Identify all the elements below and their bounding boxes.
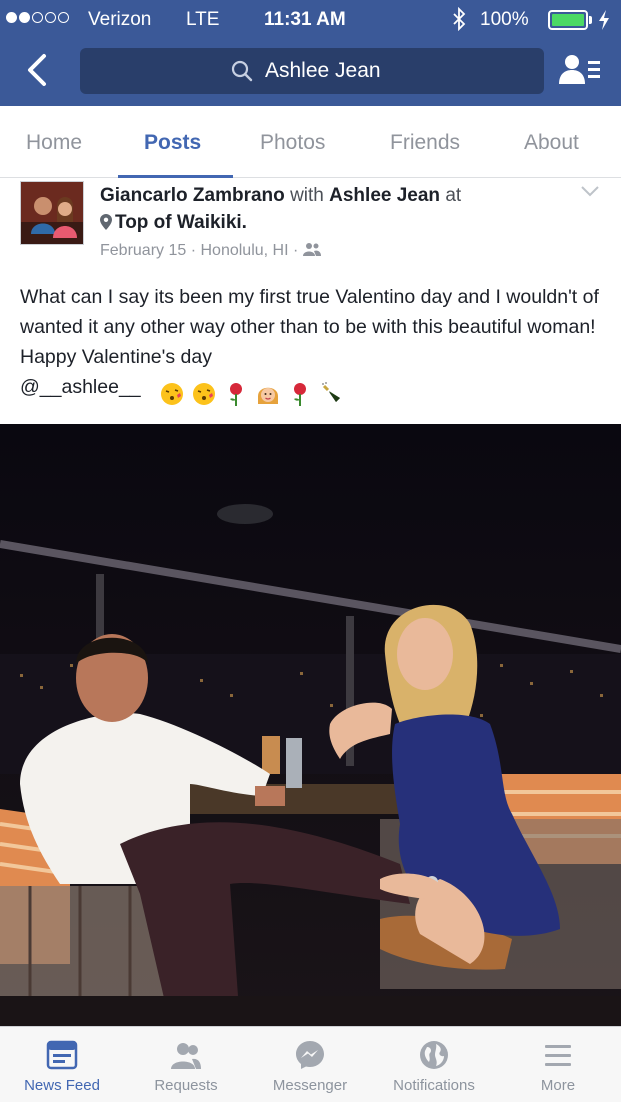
emoji-row <box>160 378 352 408</box>
tab-friends[interactable]: Friends <box>390 131 460 155</box>
tab-label: Notifications <box>393 1077 475 1094</box>
rooftop-couple-photo <box>0 424 621 1026</box>
tab-label: Messenger <box>272 1077 348 1094</box>
tab-requests[interactable]: Requests <box>124 1027 248 1102</box>
profile-tabs: Home Posts Photos Friends About <box>0 106 621 178</box>
tab-about[interactable]: About <box>524 131 579 155</box>
meta-separator: · <box>190 242 197 259</box>
search-input[interactable]: Ashlee Jean <box>80 48 544 94</box>
location-pin-icon <box>100 214 112 230</box>
at-text: at <box>445 185 462 206</box>
place-name[interactable]: Top of Waikiki. <box>115 212 247 233</box>
post-date[interactable]: February 15 <box>100 242 186 259</box>
tab-posts[interactable]: Posts <box>144 131 201 155</box>
tab-more[interactable]: More <box>496 1027 620 1102</box>
meta-separator: · <box>293 242 299 259</box>
tagged-person[interactable]: Ashlee Jean <box>329 185 440 206</box>
battery-tip <box>589 16 592 24</box>
tab-label: More <box>540 1077 576 1094</box>
tab-label: Requests <box>154 1077 218 1094</box>
search-query: Ashlee Jean <box>265 59 381 82</box>
post-header: Giancarlo Zambrano with Ashlee Jean at T… <box>100 182 560 236</box>
post-options-chevron-icon[interactable] <box>580 184 600 198</box>
tab-news-feed[interactable]: News Feed <box>0 1027 124 1102</box>
battery-level <box>552 14 584 26</box>
network-type: LTE <box>186 9 220 30</box>
charging-icon <box>599 10 609 30</box>
status-time: 11:31 AM <box>264 9 346 30</box>
news-feed-icon <box>46 1040 78 1070</box>
friend-requests-icon[interactable] <box>558 52 602 88</box>
friends-audience-icon <box>302 243 321 256</box>
post-card: Giancarlo Zambrano with Ashlee Jean at T… <box>0 178 621 424</box>
menu-icon <box>545 1045 571 1066</box>
search-icon <box>231 60 253 82</box>
signal-strength-icon <box>6 12 69 23</box>
rose-icon <box>230 382 243 406</box>
champagne-icon <box>322 381 341 402</box>
battery-icon <box>548 10 588 30</box>
requests-icon <box>171 1043 201 1069</box>
notifications-globe-icon <box>420 1041 448 1069</box>
author-name[interactable]: Giancarlo Zambrano <box>100 185 285 206</box>
woman-face-icon <box>258 387 279 404</box>
back-button[interactable] <box>22 52 52 88</box>
tab-home[interactable]: Home <box>26 131 82 155</box>
status-bar: Verizon LTE 11:31 AM 100% <box>0 0 621 40</box>
with-text: with <box>290 185 324 206</box>
messenger-icon <box>296 1041 324 1069</box>
post-message: What can I say its been my first true Va… <box>20 286 599 368</box>
tab-notifications[interactable]: Notifications <box>372 1027 496 1102</box>
bottom-tab-bar: News Feed Requests Messenger Notificatio… <box>0 1026 621 1102</box>
tab-label: News Feed <box>24 1077 100 1094</box>
post-body: What can I say its been my first true Va… <box>20 282 605 408</box>
author-avatar[interactable] <box>20 181 84 245</box>
rose-icon <box>294 382 307 406</box>
tab-messenger[interactable]: Messenger <box>248 1027 372 1102</box>
post-meta: February 15 · Honolulu, HI · <box>100 242 321 260</box>
bluetooth-icon <box>453 7 466 31</box>
tab-photos[interactable]: Photos <box>260 131 325 155</box>
kissing-face-icon <box>161 382 184 405</box>
top-bar: Verizon LTE 11:31 AM 100% Ashlee Jean <box>0 0 621 106</box>
post-location[interactable]: Honolulu, HI <box>201 242 289 259</box>
mention-link[interactable]: @__ashlee__ <box>20 376 141 398</box>
post-photo[interactable] <box>0 424 621 1026</box>
battery-percent: 100% <box>480 9 529 30</box>
carrier-name: Verizon <box>88 9 152 30</box>
kissing-face-icon <box>193 382 216 405</box>
